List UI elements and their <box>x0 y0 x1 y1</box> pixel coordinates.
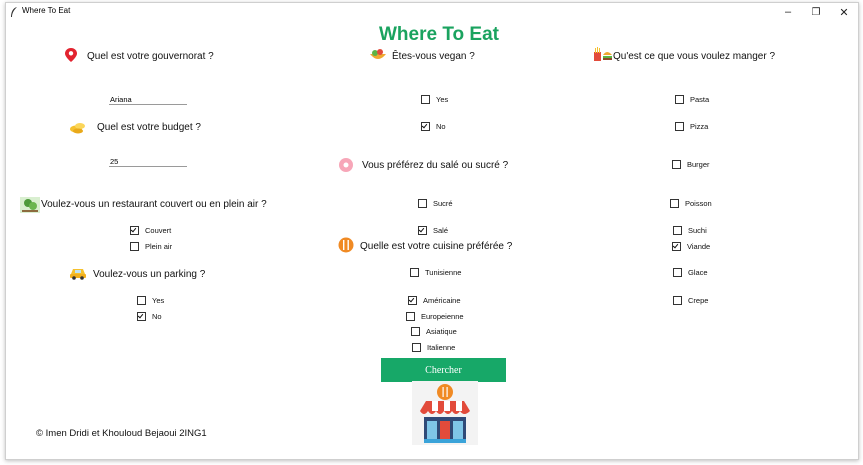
checkbox[interactable] <box>673 268 682 277</box>
checkbox[interactable] <box>672 242 681 251</box>
checkbox[interactable] <box>137 296 146 305</box>
food-option-pizza[interactable]: Pizza <box>675 122 708 131</box>
checkbox[interactable] <box>411 327 420 336</box>
checkbox[interactable] <box>675 122 684 131</box>
food-option-crepe[interactable]: Crepe <box>673 296 708 305</box>
outdoor-option-plein-air[interactable]: Plein air <box>130 242 172 251</box>
parking-option-no[interactable]: No <box>137 312 162 321</box>
checkbox[interactable] <box>406 312 415 321</box>
search-button[interactable]: Chercher <box>381 358 506 382</box>
page-title: Where To Eat <box>379 24 499 45</box>
cuisine-option-asiatique[interactable]: Asiatique <box>411 327 457 336</box>
car-icon <box>70 269 86 280</box>
feather-icon <box>11 7 17 17</box>
food-question: Qu'est ce que vous voulez manger ? <box>613 51 776 62</box>
governorate-field[interactable] <box>109 94 187 105</box>
food-option-glace[interactable]: Glace <box>673 268 708 277</box>
checkbox[interactable] <box>672 160 681 169</box>
cuisine-option-italienne[interactable]: Italienne <box>412 343 455 352</box>
checkbox[interactable] <box>137 312 146 321</box>
minimize-button[interactable]: – <box>774 3 802 21</box>
cuisine-option-tunisienne[interactable]: Tunisienne <box>410 268 461 277</box>
budget-field[interactable] <box>109 156 187 167</box>
checkbox[interactable] <box>418 226 427 235</box>
taste-option-sucre[interactable]: Sucré <box>418 199 453 208</box>
taste-option-sale[interactable]: Salé <box>418 226 448 235</box>
checkbox[interactable] <box>673 226 682 235</box>
outdoor-question: Voulez-vous un restaurant couvert ou en … <box>41 199 267 210</box>
footer-credits: © Imen Dridi et Khouloud Bejaoui 2ING1 <box>36 428 207 439</box>
budget-question: Quel est votre budget ? <box>97 122 201 133</box>
checkbox[interactable] <box>408 296 417 305</box>
vegan-question: Êtes-vous vegan ? <box>392 51 475 62</box>
cutlery-icon <box>338 237 354 253</box>
main-content: Where To Eat Quel est votre gouvernorat … <box>6 21 858 459</box>
close-button[interactable]: ✕ <box>830 3 858 21</box>
checkbox[interactable] <box>673 296 682 305</box>
checkbox[interactable] <box>421 95 430 104</box>
salad-icon <box>370 49 386 59</box>
governorate-question: Quel est votre gouvernorat ? <box>87 51 214 62</box>
park-icon <box>20 197 40 213</box>
checkbox[interactable] <box>410 268 419 277</box>
food-option-suchi[interactable]: Suchi <box>673 226 707 235</box>
coins-icon <box>70 123 85 134</box>
food-option-poisson[interactable]: Poisson <box>670 199 712 208</box>
parking-question: Voulez-vous un parking ? <box>93 269 206 280</box>
taste-question: Vous préférez du salé ou sucré ? <box>362 160 509 171</box>
food-option-burger[interactable]: Burger <box>672 160 710 169</box>
food-option-viande[interactable]: Viande <box>672 242 710 251</box>
checkbox[interactable] <box>421 122 430 131</box>
window-title: Where To Eat <box>22 6 71 15</box>
checkbox[interactable] <box>670 199 679 208</box>
map-pin-icon <box>65 48 77 62</box>
maximize-button[interactable]: ❐ <box>802 3 830 21</box>
cuisine-option-americaine[interactable]: Américaine <box>408 296 461 305</box>
parking-option-yes[interactable]: Yes <box>137 296 164 305</box>
cuisine-option-europeienne[interactable]: Europeienne <box>406 312 464 321</box>
food-option-pasta[interactable]: Pasta <box>675 95 709 104</box>
cuisine-question: Quelle est votre cuisine préférée ? <box>360 241 513 252</box>
vegan-option-yes[interactable]: Yes <box>421 95 448 104</box>
checkbox[interactable] <box>130 242 139 251</box>
checkbox[interactable] <box>130 226 139 235</box>
vegan-option-no[interactable]: No <box>421 122 446 131</box>
checkbox[interactable] <box>412 343 421 352</box>
app-window: Where To Eat – ❐ ✕ Where To Eat Quel est… <box>5 2 859 460</box>
checkbox[interactable] <box>418 199 427 208</box>
restaurant-icon <box>412 381 478 445</box>
donut-icon <box>339 158 353 172</box>
outdoor-option-couvert[interactable]: Couvert <box>130 226 171 235</box>
fast-food-icon <box>594 47 612 61</box>
title-bar[interactable]: Where To Eat – ❐ ✕ <box>6 3 858 21</box>
checkbox[interactable] <box>675 95 684 104</box>
